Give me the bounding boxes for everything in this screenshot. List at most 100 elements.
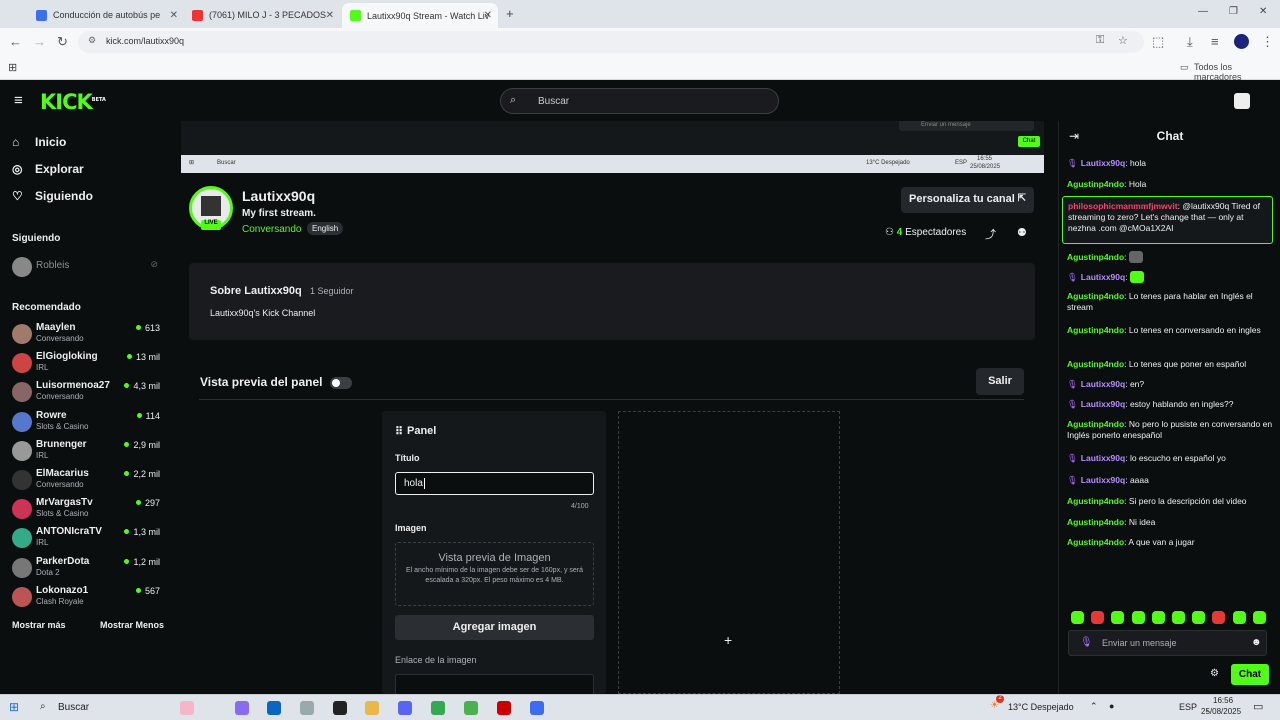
sidebar-channel-item[interactable]: ElGiogloking IRL 13 mil <box>12 351 160 379</box>
chat-username[interactable]: Agustinp4ndo <box>1067 291 1124 301</box>
sidebar-channel-item[interactable]: Brunenger IRL 2,9 mil <box>12 439 160 467</box>
customize-channel-button[interactable]: Personaliza tu canal ⇱ <box>901 187 1034 213</box>
browser-tab-1[interactable]: Conducción de autobús pe ✕ <box>28 4 184 26</box>
add-image-button[interactable]: Agregar imagen <box>395 615 594 640</box>
emote-icon[interactable] <box>1131 611 1145 624</box>
sidebar-channel-item[interactable]: Rowre Slots & Casino 114 <box>12 410 160 438</box>
drag-handle-icon[interactable]: ⠿ <box>395 425 403 438</box>
search-input[interactable]: ⌕ Buscar <box>500 88 779 114</box>
chat-username[interactable]: Lautixx90q <box>1081 379 1125 389</box>
mic-tray-icon[interactable]: ● <box>1109 701 1114 711</box>
clock-date[interactable]: 25/08/2025 <box>1201 707 1241 716</box>
all-bookmarks-link[interactable]: Todos los marcadores <box>1194 62 1280 82</box>
image-link-input[interactable] <box>395 674 594 694</box>
emote-icon[interactable] <box>1232 611 1246 624</box>
minimize-icon[interactable]: — <box>1198 6 1208 17</box>
sidebar-channel-item[interactable]: ANTONIcraTV IRL 1,3 mil <box>12 526 160 554</box>
close-window-icon[interactable]: ✕ <box>1259 6 1267 17</box>
emote-icon[interactable] <box>1071 611 1084 624</box>
title-input[interactable]: hola <box>395 472 594 495</box>
emote-icon[interactable] <box>1172 611 1185 624</box>
taskbar-search-text[interactable]: Buscar <box>58 702 89 713</box>
url-field[interactable]: ⚙ kick.com/lautixx90q ⚿ ☆ <box>78 31 1144 53</box>
follow-user-icon[interactable]: ⚉ <box>1017 226 1027 239</box>
emote-icon[interactable] <box>1151 611 1165 624</box>
chat-username[interactable]: Lautixx90q <box>1081 272 1125 282</box>
key-icon[interactable]: ⚿ <box>1096 34 1104 47</box>
chat-username[interactable]: Agustinp4ndo <box>1067 179 1124 189</box>
forward-icon[interactable]: → <box>33 34 46 49</box>
close-tab-icon[interactable]: ✕ <box>326 10 334 21</box>
share-icon[interactable]: ⤴ <box>985 226 996 242</box>
app-red-icon[interactable] <box>497 701 511 715</box>
user-avatar[interactable] <box>1234 93 1250 109</box>
add-panel-area[interactable]: + <box>618 411 840 694</box>
back-icon[interactable]: ← <box>9 34 22 49</box>
emote-icon[interactable] <box>1252 611 1266 624</box>
bookmark-star-icon[interactable]: ☆ <box>1118 34 1128 47</box>
chat-username[interactable]: Lautixx90q <box>1081 475 1125 485</box>
emote-icon[interactable] <box>1192 611 1206 624</box>
chat-username[interactable]: Agustinp4ndo <box>1067 359 1124 369</box>
copilot-icon[interactable] <box>235 701 249 715</box>
windows-start-icon[interactable]: ⊞ <box>9 700 19 714</box>
sidebar-channel-item[interactable]: Maaylen Conversando 613 <box>12 322 160 350</box>
close-tab-icon[interactable]: ✕ <box>170 10 178 21</box>
sidebar-channel-item[interactable]: Lokonazo1 Clash Royale 567 <box>12 585 160 613</box>
browser-tab-active[interactable]: Lautixx90q Stream - Watch Liv ✕ <box>342 3 498 28</box>
site-info-icon[interactable]: ⚙ <box>88 35 96 46</box>
chat-send-button[interactable]: Chat <box>1231 664 1269 685</box>
show-less-button[interactable]: Mostrar Menos <box>100 620 164 630</box>
hamburger-menu-icon[interactable]: ≡ <box>14 92 23 109</box>
exit-button[interactable]: Salir <box>976 368 1024 395</box>
chat-settings-icon[interactable]: ⚙ <box>1210 668 1219 679</box>
outlook-icon[interactable] <box>267 701 281 715</box>
sidebar-item-siguiendo[interactable]: ♡ Siguiendo <box>12 189 93 203</box>
language-badge[interactable]: English <box>307 222 344 235</box>
panel-preview-toggle[interactable] <box>330 377 352 389</box>
file-explorer-icon[interactable] <box>365 701 379 715</box>
chat-username[interactable]: Agustinp4ndo <box>1067 537 1124 547</box>
clock-time[interactable]: 16:56 <box>1213 696 1233 705</box>
add-panel-plus-icon[interactable]: + <box>724 632 732 648</box>
chat-username[interactable]: Agustinp4ndo <box>1067 252 1124 262</box>
epic-games-icon[interactable] <box>333 701 347 715</box>
apps-grid-icon[interactable]: ⊞ <box>8 61 17 74</box>
chrome-icon[interactable] <box>431 701 445 715</box>
profile-avatar[interactable] <box>1234 34 1249 49</box>
stream-category-link[interactable]: Conversando <box>242 224 301 235</box>
download-icon[interactable]: ⤓ <box>1187 34 1193 50</box>
chat-username[interactable]: Lautixx90q <box>1081 453 1125 463</box>
reload-icon[interactable]: ↻ <box>57 34 68 50</box>
chat-username[interactable]: Lautixx90q <box>1081 158 1125 168</box>
new-tab-button[interactable]: + <box>506 6 514 21</box>
emoji-icon[interactable]: ☻ <box>1251 637 1262 648</box>
pinned-user[interactable]: philosophicmanmmfjmwvit <box>1068 201 1178 211</box>
emote-icon[interactable] <box>1212 611 1226 624</box>
browser-menu-icon[interactable]: ⋮ <box>1261 34 1274 50</box>
sidebar-channel-item[interactable]: ParkerDota Dota 2 1,2 mil <box>12 556 160 584</box>
app-blue-icon[interactable] <box>530 701 544 715</box>
app-icon[interactable] <box>300 701 314 715</box>
chat-username[interactable]: Lautixx90q <box>1081 399 1125 409</box>
emote-icon[interactable] <box>1111 611 1125 624</box>
chat-username[interactable]: Agustinp4ndo <box>1067 517 1124 527</box>
tray-chevron-icon[interactable]: ⌃ <box>1090 701 1098 712</box>
reading-list-icon[interactable]: ≡ <box>1211 34 1219 49</box>
sidebar-item-inicio[interactable]: ⌂ Inicio <box>12 135 66 149</box>
emote-icon[interactable] <box>1091 611 1105 624</box>
following-channel[interactable]: Robleis ⊘ <box>12 257 160 285</box>
chat-username[interactable]: Agustinp4ndo <box>1067 325 1124 335</box>
chat-username[interactable]: Agustinp4ndo <box>1067 496 1124 506</box>
flamingo-widget-icon[interactable] <box>180 701 194 715</box>
browser-tab-2[interactable]: (7061) MILO J - 3 PECADOS ✕ <box>184 4 340 26</box>
kick-logo[interactable]: KICKBETA <box>40 90 106 114</box>
maximize-icon[interactable]: ❐ <box>1229 6 1238 17</box>
image-dropzone[interactable]: Vista previa de Imagen El ancho mínimo d… <box>395 542 594 606</box>
sidebar-item-explorar[interactable]: ◎ Explorar <box>12 162 84 176</box>
language-indicator[interactable]: ESP <box>1179 702 1197 712</box>
notifications-icon[interactable]: ▭ <box>1253 700 1263 713</box>
close-tab-icon[interactable]: ✕ <box>484 10 492 21</box>
sidebar-channel-item[interactable]: ElMacarius Conversando 2,2 mil <box>12 468 160 496</box>
taskbar-search-icon[interactable]: ⌕ <box>40 701 46 712</box>
